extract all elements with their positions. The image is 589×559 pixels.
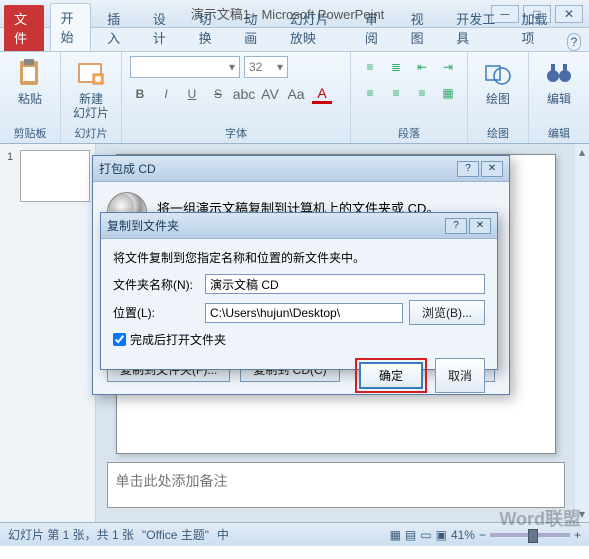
tab-design[interactable]: 设计 [143, 5, 183, 51]
new-slide-button[interactable]: 新建 幻灯片 [69, 56, 113, 123]
dialog2-title-bar: 复制到文件夹 ? ✕ [101, 213, 497, 239]
shadow-button[interactable]: abc [234, 84, 254, 104]
dialog1-help-button[interactable]: ? [457, 161, 479, 177]
scrollbar[interactable]: ▴ ▾ [575, 144, 589, 522]
open-after-input[interactable] [113, 333, 126, 346]
underline-button[interactable]: U [182, 84, 202, 104]
dialog2-help-button[interactable]: ? [445, 218, 467, 234]
columns-button[interactable]: ▦ [437, 82, 459, 104]
view-sorter-icon[interactable]: ▤ [405, 528, 416, 542]
tab-slideshow[interactable]: 幻灯片放映 [280, 5, 349, 51]
case-button[interactable]: Aa [286, 84, 306, 104]
ok-highlight: 确定 [355, 358, 427, 393]
cancel-button[interactable]: 取消 [435, 358, 485, 393]
lang-info: 中 [217, 526, 229, 543]
tab-transitions[interactable]: 切换 [189, 5, 229, 51]
group-font: ▾ 32▾ B I U S abc AV Aa A 字体 [122, 52, 351, 143]
numbering-button[interactable]: ≣ [385, 56, 407, 78]
zoom-out-button[interactable]: − [479, 528, 486, 542]
font-size-select[interactable]: 32▾ [244, 56, 288, 78]
new-slide-icon [75, 58, 107, 90]
group-slides: 新建 幻灯片 幻灯片 [61, 52, 122, 143]
spacing-button[interactable]: AV [260, 84, 280, 104]
binoculars-icon [543, 58, 575, 90]
indent-dec-button[interactable]: ⇤ [411, 56, 433, 78]
tab-view[interactable]: 视图 [401, 5, 441, 51]
slide-info: 幻灯片 第 1 张，共 1 张 [8, 526, 134, 543]
slide-thumbnail[interactable]: 1 [20, 150, 90, 202]
browse-button[interactable]: 浏览(B)... [409, 300, 485, 325]
dialog2-description: 将文件复制到您指定名称和位置的新文件夹中。 [113, 249, 485, 266]
align-center-button[interactable]: ≡ [385, 82, 407, 104]
location-label: 位置(L): [113, 304, 199, 321]
strike-button[interactable]: S [208, 84, 228, 104]
italic-button[interactable]: I [156, 84, 176, 104]
theme-info: "Office 主题" [142, 526, 209, 543]
font-name-select[interactable]: ▾ [130, 56, 240, 78]
status-bar: 幻灯片 第 1 张，共 1 张 "Office 主题" 中 ▦ ▤ ▭ ▣ 41… [0, 522, 589, 546]
dialog2-title: 复制到文件夹 [107, 217, 179, 234]
ribbon-tabs: 文件 开始 插入 设计 切换 动画 幻灯片放映 审阅 视图 开发工具 加载项 ? [0, 28, 589, 52]
group-drawing: 绘图 绘图 [468, 52, 529, 143]
bullets-button[interactable]: ≡ [359, 56, 381, 78]
scroll-up-icon[interactable]: ▴ [576, 146, 588, 158]
align-left-button[interactable]: ≡ [359, 82, 381, 104]
help-icon[interactable]: ? [567, 33, 581, 51]
view-reading-icon[interactable]: ▭ [420, 528, 431, 542]
indent-inc-button[interactable]: ⇥ [437, 56, 459, 78]
group-clipboard: 粘贴 剪贴板 [0, 52, 61, 143]
tab-developer[interactable]: 开发工具 [446, 5, 505, 51]
zoom-control: ▦ ▤ ▭ ▣ 41% − + [390, 528, 581, 542]
bold-button[interactable]: B [130, 84, 150, 104]
font-color-button[interactable]: A [312, 84, 332, 104]
scroll-down-icon[interactable]: ▾ [576, 508, 588, 520]
zoom-slider[interactable] [490, 533, 570, 537]
view-normal-icon[interactable]: ▦ [390, 528, 401, 542]
location-input[interactable] [205, 303, 403, 323]
dialog1-close-button[interactable]: ✕ [481, 161, 503, 177]
zoom-percent[interactable]: 41% [451, 528, 475, 542]
tab-addins[interactable]: 加载项 [511, 5, 560, 51]
shapes-icon [482, 58, 514, 90]
dialog-copy-to-folder: 复制到文件夹 ? ✕ 将文件复制到您指定名称和位置的新文件夹中。 文件夹名称(N… [100, 212, 498, 370]
folder-name-input[interactable] [205, 274, 485, 294]
tab-home[interactable]: 开始 [50, 3, 92, 51]
folder-name-label: 文件夹名称(N): [113, 276, 199, 293]
tab-file[interactable]: 文件 [4, 5, 44, 51]
drawing-button[interactable]: 绘图 [476, 56, 520, 108]
tab-insert[interactable]: 插入 [97, 5, 137, 51]
notes-pane[interactable]: 单击此处添加备注 [107, 462, 565, 508]
tab-review[interactable]: 审阅 [355, 5, 395, 51]
ok-button[interactable]: 确定 [359, 362, 423, 389]
dialog1-title-bar: 打包成 CD ? ✕ [93, 156, 509, 182]
zoom-in-button[interactable]: + [574, 528, 581, 542]
open-after-checkbox[interactable]: 完成后打开文件夹 [113, 331, 485, 348]
align-right-button[interactable]: ≡ [411, 82, 433, 104]
ribbon: 粘贴 剪贴板 新建 幻灯片 幻灯片 ▾ 32▾ B I U S abc AV A… [0, 52, 589, 144]
paste-icon [14, 58, 46, 90]
find-button[interactable]: 编辑 [537, 56, 581, 108]
group-paragraph: ≡ ≣ ⇤ ⇥ ≡ ≡ ≡ ▦ 段落 [351, 52, 468, 143]
view-slideshow-icon[interactable]: ▣ [436, 528, 447, 542]
dialog2-close-button[interactable]: ✕ [469, 218, 491, 234]
dialog1-title: 打包成 CD [99, 160, 156, 177]
slide-panel: 1 [0, 144, 96, 522]
tab-animations[interactable]: 动画 [234, 5, 274, 51]
group-editing: 编辑 编辑 [529, 52, 589, 143]
paste-button[interactable]: 粘贴 [8, 56, 52, 108]
